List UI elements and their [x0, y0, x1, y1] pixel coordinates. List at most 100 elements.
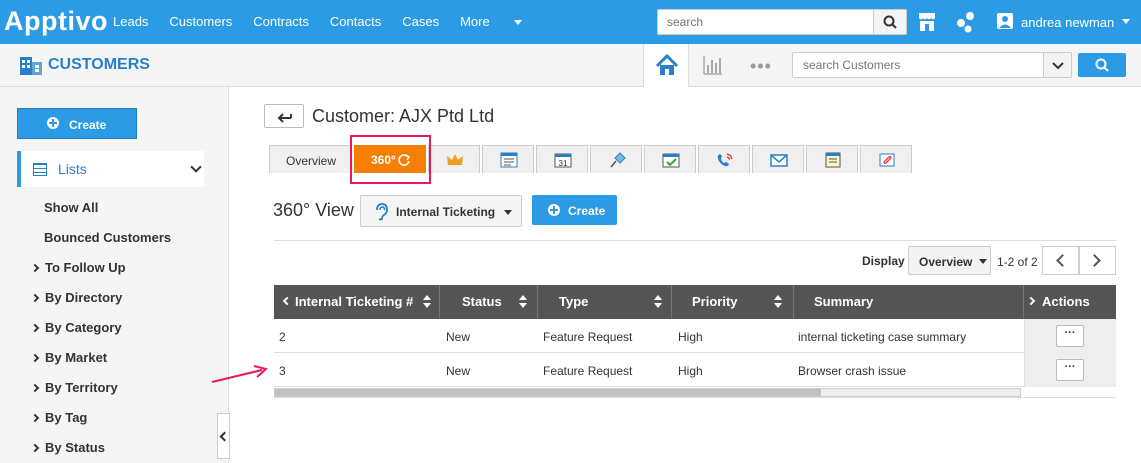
tab-pin[interactable] [590, 145, 642, 173]
display-select[interactable]: Overview [908, 246, 991, 275]
share-icon[interactable] [956, 11, 976, 33]
module-title[interactable]: CUSTOMERS [48, 56, 150, 74]
column-header-actions[interactable]: Actions [1024, 285, 1116, 319]
global-search [657, 9, 907, 35]
column-header-priority[interactable]: Priority [672, 285, 794, 319]
scroll-left-icon [282, 296, 292, 306]
back-arrow-icon [277, 113, 292, 123]
sidebar-item-label: By Territory [45, 380, 118, 395]
sidebar-lists-toggle[interactable]: Lists [17, 151, 204, 187]
sidebar-item-by-directory[interactable]: By Directory [30, 290, 122, 305]
notes-icon [500, 152, 518, 168]
sidebar-item-by-market[interactable]: By Market [30, 350, 107, 365]
tab-tasks[interactable] [644, 145, 696, 173]
sidebar-item-show-all[interactable]: Show All [44, 200, 98, 215]
cell-type: Feature Request [543, 330, 633, 344]
view-selector-dropdown[interactable]: Internal Ticketing [360, 195, 522, 227]
home-button[interactable] [643, 44, 689, 87]
customer-search-button[interactable] [1078, 53, 1126, 77]
nav-leads[interactable]: Leads [113, 14, 148, 29]
task-check-icon [662, 153, 680, 168]
cell-actions: ··· [1024, 353, 1116, 387]
row-actions-button[interactable]: ··· [1056, 325, 1084, 347]
create-button[interactable]: Create [532, 195, 617, 225]
column-header-label: Actions [1042, 294, 1090, 309]
sidebar-item-by-tag[interactable]: By Tag [30, 410, 87, 425]
nav-more-label: More [460, 14, 490, 29]
sort-icon [774, 295, 782, 309]
scroll-right-icon [1026, 296, 1036, 306]
lists-label: Lists [58, 161, 87, 177]
column-header-summary[interactable]: Summary [794, 285, 1024, 319]
nav-contacts[interactable]: Contacts [330, 14, 381, 29]
scrollbar-thumb[interactable] [275, 389, 821, 396]
chevron-right-icon [1088, 254, 1101, 267]
column-header-type[interactable]: Type [538, 285, 672, 319]
customer-search-dropdown[interactable] [1043, 53, 1071, 77]
chevron-right-icon [30, 353, 40, 363]
tab-crown[interactable] [428, 145, 480, 173]
plus-circle-icon [548, 204, 560, 216]
nav-more[interactable]: More [460, 14, 522, 29]
table-horizontal-scrollbar[interactable] [274, 388, 1021, 397]
prev-page-button[interactable] [1042, 246, 1079, 275]
ear-icon [376, 203, 388, 221]
cell-priority: High [678, 364, 703, 378]
more-options-icon[interactable]: ••• [750, 57, 772, 75]
cell-status: New [446, 330, 471, 344]
tab-documents[interactable] [806, 145, 858, 173]
sidebar-item-to-follow-up[interactable]: To Follow Up [30, 260, 126, 275]
display-select-value: Overview [919, 255, 973, 269]
cell-type: Feature Request [543, 364, 633, 378]
tab-overview[interactable]: Overview [269, 145, 352, 173]
user-avatar-icon[interactable] [997, 13, 1013, 29]
highlight-360-tab-box [350, 135, 431, 184]
attachment-icon [879, 153, 895, 167]
call-icon [717, 153, 733, 167]
table-row[interactable]: 3 New Feature Request High Browser crash… [274, 353, 1116, 387]
customer-search [792, 52, 1072, 78]
calendar-icon: 31 [554, 153, 572, 168]
global-search-input[interactable] [658, 10, 874, 34]
sidebar-create-button[interactable]: Create [17, 108, 137, 139]
sidebar-item-by-status[interactable]: By Status [30, 440, 105, 455]
column-header-label: Internal Ticketing # [295, 294, 414, 309]
cell-summary: internal ticketing case summary [798, 330, 967, 344]
chevron-left-icon [1056, 254, 1069, 267]
search-icon [1095, 58, 1109, 72]
row-actions-button[interactable]: ··· [1056, 359, 1084, 381]
tab-email[interactable] [752, 145, 804, 173]
customer-search-input[interactable] [793, 53, 1038, 77]
caret-down-icon [513, 20, 522, 26]
nav-contracts[interactable]: Contracts [253, 14, 309, 29]
sidebar-item-by-category[interactable]: By Category [30, 320, 122, 335]
sidebar-collapse-handle[interactable] [217, 413, 230, 459]
tab-calls[interactable] [698, 145, 750, 173]
chevron-left-icon [219, 431, 230, 442]
sidebar-item-bounced-customers[interactable]: Bounced Customers [44, 230, 171, 245]
back-button[interactable] [264, 104, 304, 128]
column-header-label: Summary [814, 294, 874, 309]
column-header-status[interactable]: Status [440, 285, 538, 319]
view-title: 360° View [273, 200, 354, 220]
sidebar: Create Lists Show All Bounced Customers … [0, 87, 229, 463]
nav-customers[interactable]: Customers [169, 14, 232, 29]
global-search-button[interactable] [873, 10, 906, 34]
sort-icon [654, 295, 662, 309]
cell-ticket-number: 3 [279, 364, 286, 378]
tab-attachments[interactable] [860, 145, 912, 173]
table-row[interactable]: 2 New Feature Request High internal tick… [274, 319, 1116, 353]
nav-cases[interactable]: Cases [402, 14, 439, 29]
app-logo[interactable]: Apptivo [4, 6, 108, 37]
user-menu-caret-icon[interactable] [1122, 19, 1130, 24]
next-page-button[interactable] [1079, 246, 1116, 275]
tab-calendar[interactable]: 31 [536, 145, 588, 173]
store-icon[interactable] [918, 12, 936, 32]
user-name[interactable]: andrea newman [1021, 15, 1114, 30]
tab-notes[interactable] [482, 145, 534, 173]
sidebar-item-by-territory[interactable]: By Territory [30, 380, 118, 395]
display-label: Display [862, 254, 905, 268]
column-header-ticket-number[interactable]: Internal Ticketing # [274, 285, 440, 319]
bar-chart-icon[interactable] [703, 55, 723, 75]
chevron-down-icon [190, 161, 202, 173]
